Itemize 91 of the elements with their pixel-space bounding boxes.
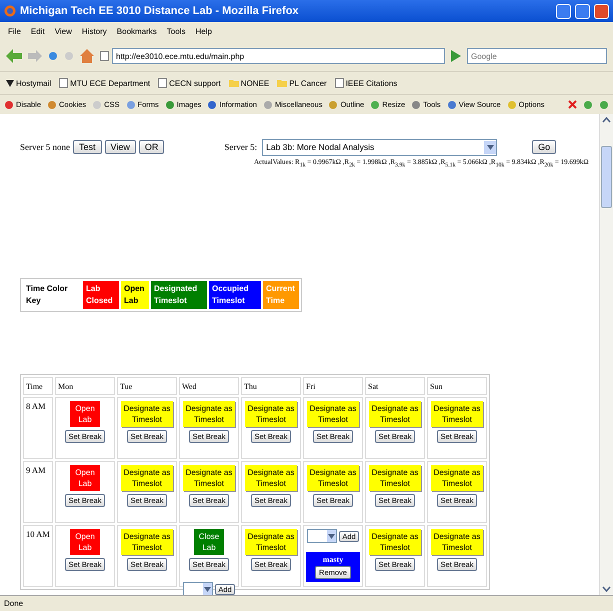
lab-select[interactable]: Lab 3b: More Nodal Analysis (262, 138, 498, 156)
time-cell: 10 AM (23, 525, 53, 588)
address-field[interactable]: http://ee3010.ece.mtu.edu/main.php (112, 48, 445, 64)
maximize-button[interactable] (575, 4, 590, 18)
page-icon (59, 78, 68, 88)
column-header: Mon (55, 377, 115, 396)
menu-item[interactable]: Help (195, 27, 212, 36)
time-cell: 9 AM (23, 461, 53, 524)
bookmark[interactable]: Hostymail (16, 78, 52, 88)
server-button[interactable]: View (104, 140, 136, 154)
toolbar-icon (262, 100, 273, 110)
designate-button[interactable]: Designate as Timeslot (183, 401, 235, 428)
toolbar-icon (207, 100, 218, 110)
server-select-label: Server 5: (224, 142, 258, 152)
minimize-button[interactable] (556, 4, 571, 18)
server-label: Server 5 none (20, 142, 70, 152)
folder-icon (277, 79, 288, 87)
bookmark[interactable]: CECN support (169, 78, 221, 88)
bookmark[interactable]: NONEE (240, 78, 270, 88)
folder-icon (228, 79, 239, 87)
color-key-cell: Designated Timeslot (151, 281, 207, 310)
open-button[interactable]: Open Lab (70, 529, 100, 556)
open-button[interactable]: Open Lab (70, 465, 100, 492)
user-name: masty (322, 555, 344, 564)
menu-item[interactable]: History (82, 27, 107, 36)
designate-button[interactable]: Designate as Timeslot (121, 465, 173, 492)
color-key-cell: Occupied Timeslot (209, 281, 261, 310)
open-button[interactable]: Open Lab (70, 401, 100, 428)
toolbar-icon (328, 100, 338, 110)
bookmark[interactable]: PL Cancer (289, 78, 327, 88)
designate-button[interactable]: Designate as Timeslot (245, 465, 297, 492)
menu-item[interactable]: Edit (30, 27, 45, 36)
toolbar-icon (164, 100, 175, 110)
toolbar-icon (411, 100, 422, 110)
color-key-cell: Current Time (263, 281, 299, 310)
menu-item[interactable]: Tools (166, 27, 186, 36)
toolbar-icon (4, 100, 14, 110)
server-button[interactable]: OR (138, 140, 164, 154)
designate-button[interactable]: Designate as Timeslot (369, 529, 421, 556)
column-header: Fri (303, 377, 363, 396)
designate-button[interactable]: Designate as Timeslot (245, 401, 297, 428)
search-field[interactable]: Google (467, 48, 607, 64)
close-icon[interactable] (568, 100, 577, 109)
designate-button[interactable]: Designate as Timeslot (431, 529, 483, 556)
designate-button[interactable]: Designate as Timeslot (121, 401, 173, 428)
scrollbar[interactable] (599, 114, 613, 595)
server-button[interactable]: Test (72, 140, 102, 154)
column-header: Wed (179, 377, 239, 396)
page-icon (334, 78, 344, 88)
home-icon[interactable] (80, 49, 94, 63)
back-icon[interactable] (6, 49, 22, 63)
triangle-icon (6, 80, 14, 86)
close-button[interactable] (594, 4, 609, 18)
column-header: Tue (117, 377, 177, 396)
designate-button[interactable]: Designate as Timeslot (307, 401, 359, 428)
dropdown-field[interactable] (307, 529, 338, 544)
color-key-cell: Open Lab (121, 281, 149, 310)
designate-button[interactable]: Designate as Timeslot (245, 529, 297, 556)
time-cell: 8 AM (23, 397, 53, 460)
menu-item[interactable]: Bookmarks (116, 27, 157, 36)
color-key-cell: Lab Closed (83, 281, 119, 310)
window-title: Michigan Tech EE 3010 Distance Lab - Mozilla Firefox (20, 5, 300, 17)
designate-button[interactable]: Designate as Timeslot (431, 401, 483, 428)
page-icon (100, 51, 109, 61)
menu-item[interactable]: File (8, 27, 21, 36)
toolbar-icon (92, 100, 102, 110)
toolbar-icon (47, 100, 58, 110)
designate-button[interactable]: Designate as Timeslot (369, 401, 421, 428)
toolbar-icon (446, 100, 457, 110)
bookmark[interactable]: MTU ECE Department (70, 78, 150, 88)
page-icon (158, 78, 168, 88)
go-button[interactable]: Go (532, 140, 556, 154)
column-header: Sun (427, 377, 487, 396)
toolbar-icon (126, 100, 136, 110)
toolbar-icon (506, 100, 517, 110)
menu-item[interactable]: View (54, 27, 72, 36)
column-header: Sat (365, 377, 425, 396)
column-header: Time (23, 377, 53, 396)
designate-button[interactable]: Designate as Timeslot (307, 465, 359, 492)
go-icon[interactable] (451, 50, 461, 62)
close-button[interactable]: Close Lab (194, 529, 224, 556)
toolbar-icon (370, 100, 380, 110)
designate-button[interactable]: Designate as Timeslot (369, 465, 421, 492)
status-text: Done (4, 599, 24, 608)
designate-button[interactable]: Designate as Timeslot (183, 465, 235, 492)
column-header: Thu (241, 377, 301, 396)
designate-button[interactable]: Designate as Timeslot (431, 465, 483, 492)
dropdown-field[interactable] (183, 582, 214, 595)
bookmark[interactable]: IEEE Citations (346, 78, 398, 88)
designate-button[interactable]: Designate as Timeslot (121, 529, 173, 556)
scroll-thumb[interactable] (601, 146, 612, 208)
